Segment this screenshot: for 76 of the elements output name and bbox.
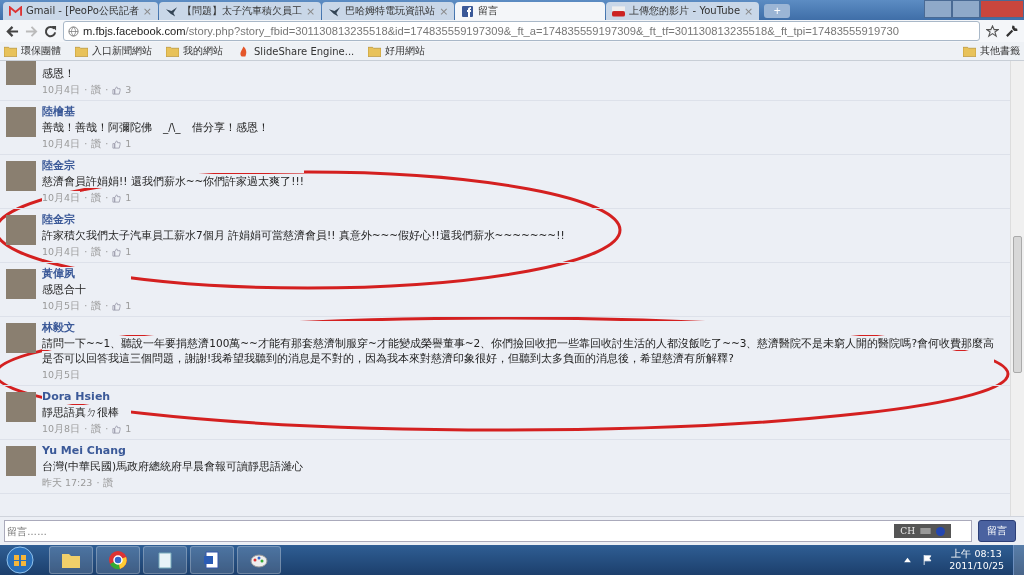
comment-date: 10月4日 [42, 137, 81, 151]
back-icon[interactable] [6, 24, 19, 38]
keyboard-icon [920, 528, 931, 534]
browser-tab[interactable]: 【問題】太子汽車積欠員工 × [159, 2, 322, 20]
avatar-placeholder [6, 161, 36, 191]
bookmark-item[interactable]: 環保團體 [4, 44, 61, 58]
comment-text: 請問一下~~1、聽說一年要捐慈濟100萬~~才能有那套慈濟制服穿~才能變成榮譽董事~2、你們撿回收把一些靠回收討生活的人都沒飯吃了~~3、慈濟醫院不是未窮人開的醫院嗎?會何收費那麼高 [42, 336, 995, 350]
bookmark-item[interactable]: 入口新聞網站 [75, 44, 152, 58]
bookmark-item[interactable]: 好用網站 [368, 44, 426, 58]
comment-date: 昨天 17:23 [42, 476, 93, 490]
comment-text: 是否可以回答我這三個問題，謝謝!我希望我聽到的消息是不對的，因為我本來對慈濟印象很好，但聽到太多負面的消息後，希望慈濟有所解釋? [42, 351, 995, 365]
reload-icon[interactable] [44, 24, 57, 38]
notepad-icon [155, 550, 175, 570]
avatar-placeholder [6, 323, 36, 353]
commenter-name[interactable]: 陸金宗 [42, 159, 304, 173]
avatar-placeholder [6, 107, 36, 137]
comment-submit-button[interactable]: 留言 [978, 520, 1016, 542]
thumbs-up-icon [112, 301, 122, 311]
avatar-placeholder [6, 61, 36, 85]
globe-icon [68, 25, 79, 37]
clock-date: 2011/10/25 [949, 560, 1004, 572]
address-bar[interactable]: m.fbjs.facebook.com/story.php?story_fbid=301130813235518&id=174835559197309&_ft_a=174835559197309&_ft_tf=301130813235518&_ft_tpi=17483555919730 [63, 21, 980, 41]
comment-text: 慈濟會員許娟娟!! 還我們薪水~~你們許家過太爽了!!! [42, 174, 304, 188]
document-icon [202, 550, 222, 570]
thumbs-up-icon [112, 85, 122, 95]
comment-date: 10月4日 [42, 83, 81, 97]
folder-icon [4, 45, 17, 57]
avatar-placeholder [6, 392, 36, 422]
avatar-placeholder [6, 215, 36, 245]
star-icon[interactable] [986, 24, 999, 38]
taskbar-app[interactable] [96, 546, 140, 574]
folder-icon [166, 45, 179, 57]
taskbar-app[interactable] [190, 546, 234, 574]
clock-time: 上午 08:13 [951, 548, 1002, 560]
comment-text: 台灣(中華民國)馬政府總統府早晨會報可讀靜思語濰心 [42, 459, 304, 473]
comment-text: 許家積欠我們太子汽車員工薪水7個月 許娟娟可當慈濟會員!! 真意外~~~假好心!!還我們薪水~~~~~~~!! [42, 228, 565, 242]
browser-tab[interactable]: 上傳您的影片 - YouTube × [606, 2, 760, 20]
browser-tab[interactable]: 巴哈姆特電玩資訊站 × [322, 2, 455, 20]
avatar-placeholder [6, 269, 36, 299]
wrench-icon[interactable] [1005, 24, 1018, 38]
bird-icon [328, 5, 342, 17]
comment-input[interactable]: 留言…… CH [4, 520, 972, 542]
taskbar-app[interactable] [49, 546, 93, 574]
bird-icon [165, 5, 178, 17]
folder-icon [368, 45, 382, 57]
help-icon [936, 526, 945, 536]
commenter-name[interactable]: 黃偉夙 [42, 267, 132, 281]
avatar-placeholder [6, 446, 36, 476]
comment-date: 10月4日 [42, 191, 81, 205]
folder-icon [75, 45, 88, 57]
comment-date: 10月8日 [42, 422, 81, 436]
browser-tab[interactable]: Gmail - [PeoPo公民記者 × [3, 2, 158, 20]
thumbs-up-icon [112, 139, 122, 149]
taskbar-app[interactable] [143, 546, 187, 574]
mail-icon [9, 5, 22, 17]
bookmark-item[interactable]: SlideShare Engine... [237, 45, 355, 57]
up-arrow-icon[interactable] [903, 555, 913, 565]
start-button-icon[interactable] [6, 546, 34, 574]
chrome-icon [108, 550, 128, 570]
youtube-icon [612, 5, 626, 17]
flag-icon[interactable] [923, 555, 933, 565]
thumbs-up-icon [112, 424, 122, 434]
thumbs-up-icon [112, 193, 122, 203]
bookmark-item[interactable]: 其他書籤 [963, 44, 1020, 58]
browser-tab[interactable]: 留言 [455, 2, 606, 20]
ime-toolbar[interactable]: CH [894, 524, 951, 538]
scrollbar[interactable] [1010, 61, 1024, 516]
bookmark-item[interactable]: 我的網站 [166, 44, 223, 58]
thumbs-up-icon [112, 247, 122, 257]
comment-date: 10月5日 [42, 299, 81, 313]
comment-date: 10月4日 [42, 245, 81, 259]
facebook-icon [461, 5, 475, 17]
taskbar-app[interactable] [237, 546, 281, 574]
folder-icon [963, 45, 976, 57]
comment-text: 靜思語真ㄉ很棒 [42, 405, 132, 419]
comment-date: 10月5日 [42, 368, 81, 382]
